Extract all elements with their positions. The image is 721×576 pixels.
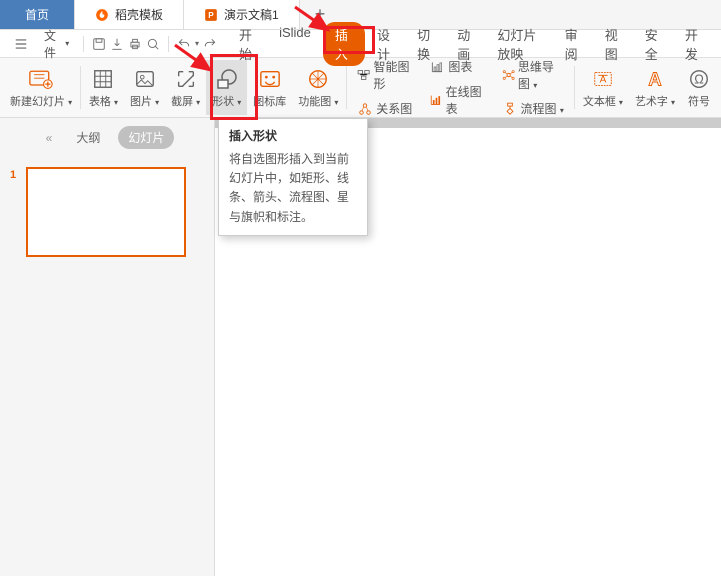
ribbon-mindmap-label: 思维导图 ▾ [518, 58, 564, 92]
separator [346, 66, 347, 109]
ribbon-col-charts3: 思维导图 ▾ 流程图 ▾ [494, 60, 572, 115]
ribbon-textbox-label: 文本框 ▾ [583, 93, 623, 109]
file-menu-label: 文件 [44, 27, 63, 61]
ribbon-flowchart[interactable]: 流程图 ▾ [498, 98, 568, 119]
ribbon-mindmap[interactable]: 思维导图 ▾ [498, 56, 568, 94]
ribbon-smartart-label: 智能图形 [373, 58, 413, 92]
tooltip-body: 将自选图形插入到当前幻灯片中，如矩形、线条、箭头、流程图、星与旗帜和标注。 [229, 150, 357, 227]
ribbon-col-charts2: 图表 在线图表 [421, 60, 493, 115]
ribbon-relationship[interactable]: 关系图 [353, 98, 417, 119]
ribbon-textbox[interactable]: A 文本框 ▾ [577, 60, 629, 115]
slide-thumbnails: 1 [0, 157, 214, 267]
file-bar: 文件 ▾ ▾ 开始 iSlide 插入 设计 切换 动画 幻灯片放映 审阅 视图… [0, 30, 721, 58]
wordart-icon: A [643, 67, 667, 91]
app-menu-icon[interactable] [8, 37, 34, 51]
ribbon-wordart-label: 艺术字 ▾ [635, 93, 675, 109]
ribbon-symbol[interactable]: Ω 符号 [681, 60, 717, 115]
ribbon-symbol-label: 符号 [688, 93, 710, 109]
new-slide-icon [29, 67, 53, 91]
ribbon-relationship-label: 关系图 [376, 100, 412, 117]
ribbon-onlinechart[interactable]: 在线图表 [425, 81, 489, 119]
sidebar-tab-slides[interactable]: 幻灯片 [118, 126, 174, 149]
ribbon-table-label: 表格 ▾ [89, 93, 118, 109]
ribbon-flowchart-label: 流程图 ▾ [521, 100, 564, 117]
ribbon-chart[interactable]: 图表 [425, 56, 489, 77]
fire-icon [95, 8, 109, 22]
tab-template[interactable]: 稻壳模板 [75, 0, 184, 29]
shapes-tooltip: 插入形状 将自选图形插入到当前幻灯片中，如矩形、线条、箭头、流程图、星与旗帜和标… [218, 118, 368, 236]
ribbon-chart-label: 图表 [448, 58, 472, 75]
print-icon[interactable] [128, 36, 142, 52]
tooltip-title: 插入形状 [229, 127, 357, 144]
preview-icon[interactable] [146, 36, 160, 52]
iconlib-icon [258, 67, 282, 91]
sidebar-tab-outline[interactable]: 大纲 [66, 126, 110, 149]
slide-number: 1 [10, 167, 20, 181]
ribbon-smartart[interactable]: 智能图形 [353, 56, 417, 94]
slide-thumb-1[interactable] [26, 167, 186, 257]
flowchart-icon [502, 102, 518, 116]
ribbon-tab-start[interactable]: 开始 [229, 22, 267, 66]
tab-template-label: 稻壳模板 [115, 6, 163, 23]
ribbon-picture-label: 图片 ▾ [130, 93, 159, 109]
save-icon[interactable] [92, 36, 106, 52]
table-icon [91, 67, 115, 91]
picture-icon [133, 67, 157, 91]
ribbon-toolbar: 新建幻灯片 ▾ 表格 ▾ 图片 ▾ 截屏 ▾ 形状 ▾ 图标库 [0, 58, 721, 118]
annotation-arrow-insert [290, 2, 340, 42]
export-icon[interactable] [110, 36, 124, 52]
ribbon-tab-view[interactable]: 视图 [595, 22, 633, 66]
tab-home-label: 首页 [25, 6, 49, 23]
ribbon-new-slide[interactable]: 新建幻灯片 ▾ [4, 60, 78, 115]
tab-document-label: 演示文稿1 [224, 6, 279, 23]
ribbon-shapes-label: 形状 ▾ [212, 93, 241, 109]
separator [80, 66, 81, 109]
svg-text:A: A [600, 74, 607, 85]
chevron-down-icon: ▾ [65, 39, 69, 48]
chart-icon [429, 60, 445, 74]
ribbon-functiongraph[interactable]: 功能图 ▾ [292, 60, 344, 115]
mindmap-icon [502, 68, 515, 82]
svg-text:Ω: Ω [694, 71, 704, 86]
tab-home[interactable]: 首页 [0, 0, 75, 29]
ribbon-new-slide-label: 新建幻灯片 ▾ [10, 93, 72, 109]
relationship-icon [357, 102, 373, 116]
ribbon-tab-dev[interactable]: 开发 [675, 22, 713, 66]
svg-text:A: A [648, 68, 661, 89]
ribbon-wordart[interactable]: A 艺术字 ▾ [629, 60, 681, 115]
ribbon-iconlib[interactable]: 图标库 [247, 60, 292, 115]
functiongraph-icon [306, 67, 330, 91]
onlinechart-icon [429, 93, 442, 107]
divider [168, 36, 169, 52]
textbox-icon: A [591, 67, 615, 91]
ribbon-col-charts1: 智能图形 关系图 [349, 60, 421, 115]
sidebar-collapse[interactable]: « [40, 128, 59, 148]
symbol-icon: Ω [687, 67, 711, 91]
divider [83, 36, 84, 52]
file-menu[interactable]: 文件 ▾ [38, 27, 75, 61]
ribbon-functiongraph-label: 功能图 ▾ [298, 93, 338, 109]
annotation-arrow-shapes [170, 40, 220, 90]
ribbon-table[interactable]: 表格 ▾ [83, 60, 124, 115]
ribbon-tab-security[interactable]: 安全 [635, 22, 673, 66]
svg-text:P: P [208, 10, 214, 19]
smartart-icon [357, 68, 370, 82]
ribbon-screenshot-label: 截屏 ▾ [171, 93, 200, 109]
slide-thumb-row: 1 [10, 167, 204, 257]
slides-sidebar: « 大纲 幻灯片 1 [0, 118, 215, 576]
separator [574, 66, 575, 109]
ribbon-onlinechart-label: 在线图表 [446, 83, 486, 117]
presentation-icon: P [204, 8, 218, 22]
sidebar-tabs: « 大纲 幻灯片 [0, 118, 214, 157]
ribbon-iconlib-label: 图标库 [253, 93, 286, 109]
ribbon-picture[interactable]: 图片 ▾ [124, 60, 165, 115]
